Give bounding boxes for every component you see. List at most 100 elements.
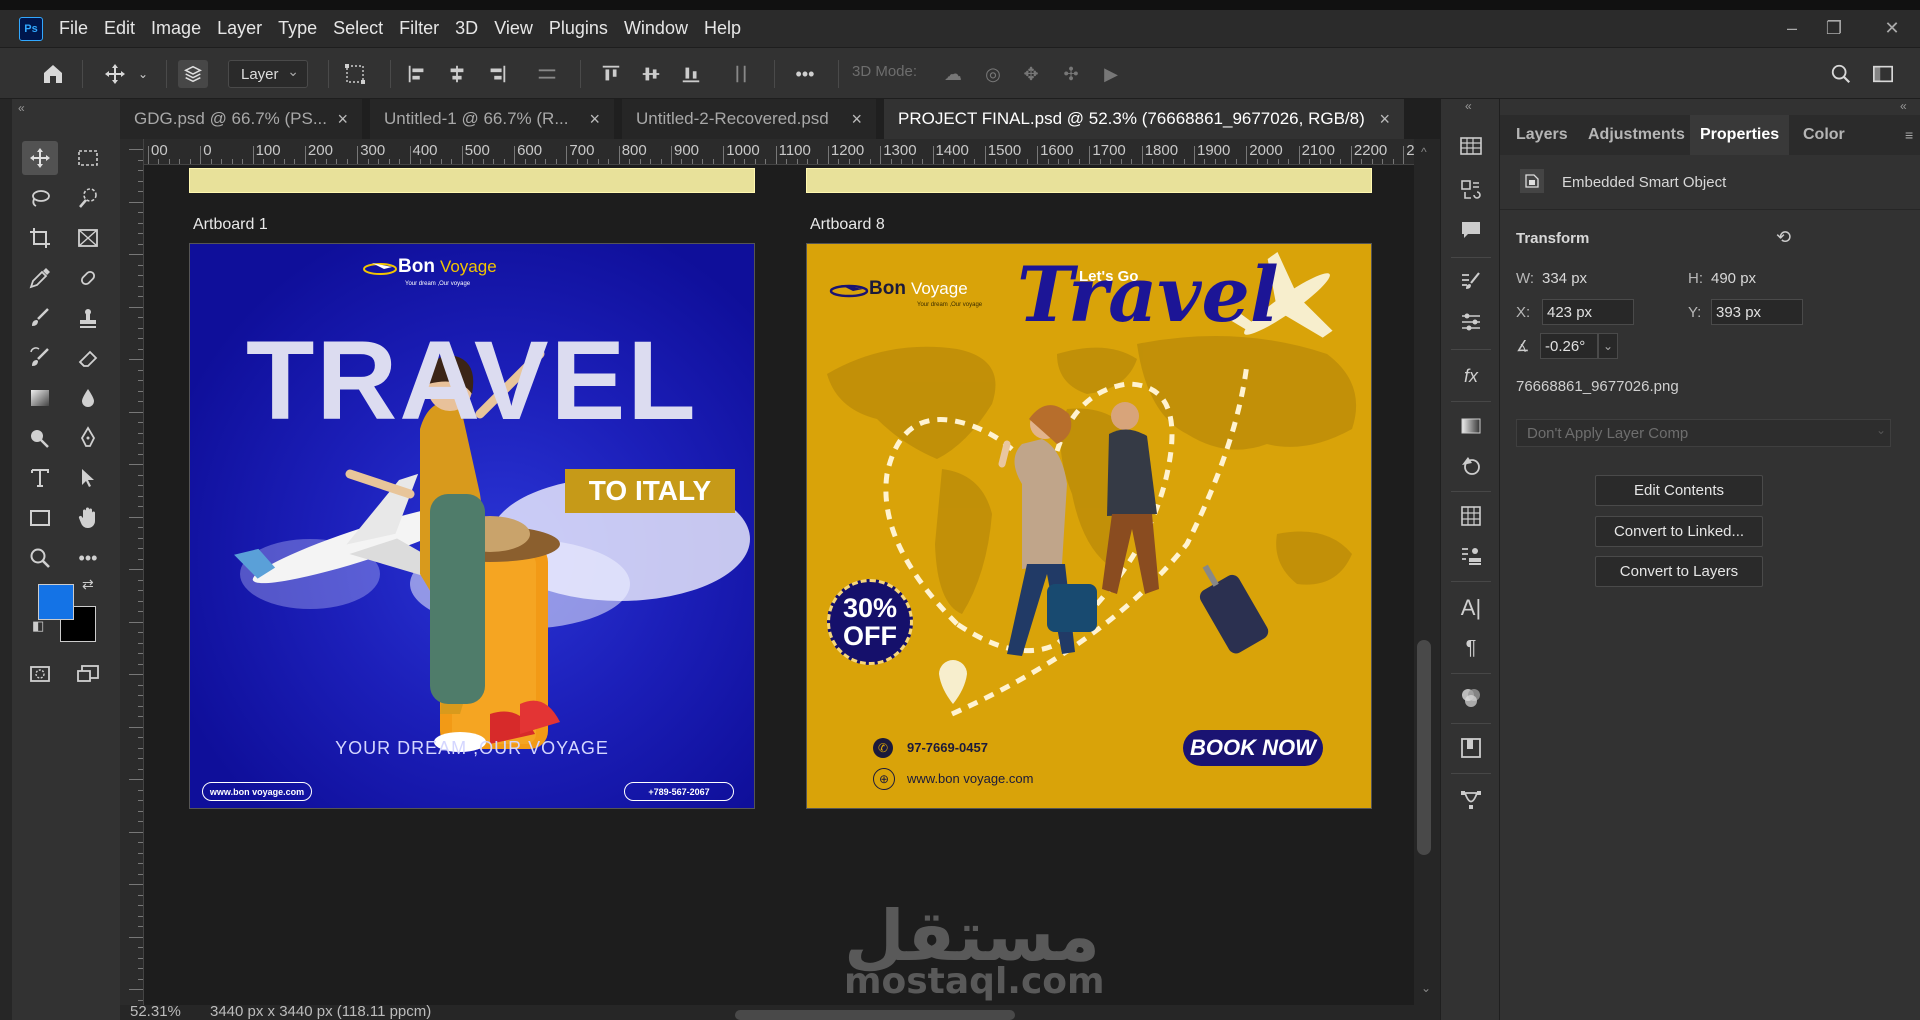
- align-top-icon[interactable]: [598, 60, 624, 88]
- menu-plugins[interactable]: Plugins: [541, 10, 616, 47]
- tool-presets-icon[interactable]: [1455, 307, 1487, 337]
- tab-gdg[interactable]: GDG.psd @ 66.7% (PS... ×: [120, 99, 362, 139]
- align-middle-icon[interactable]: [638, 60, 664, 88]
- frame-tool-icon[interactable]: [70, 221, 106, 255]
- hand-tool-icon[interactable]: [70, 501, 106, 535]
- collapse-icon[interactable]: «: [18, 101, 25, 115]
- blur-tool-icon[interactable]: [70, 381, 106, 415]
- artboard-1[interactable]: Bon Voyage Your dream ,Our voyage TRAVEL…: [189, 243, 755, 809]
- height-value[interactable]: 490 px: [1711, 270, 1756, 287]
- menu-edit[interactable]: Edit: [96, 10, 143, 47]
- menu-window[interactable]: Window: [616, 10, 696, 47]
- artboard-8[interactable]: Bon Voyage Your dream ,Our voyage Travel…: [806, 243, 1372, 809]
- paths-icon[interactable]: [1455, 785, 1487, 815]
- character-icon[interactable]: A|: [1455, 593, 1487, 623]
- paragraph-icon[interactable]: ¶: [1455, 633, 1487, 663]
- more-tools-icon[interactable]: •••: [70, 541, 106, 575]
- type-tool-icon[interactable]: [22, 461, 58, 495]
- healing-brush-tool-icon[interactable]: [70, 261, 106, 295]
- minimize-button[interactable]: –: [1772, 10, 1812, 47]
- x-position-input[interactable]: 423 px: [1542, 299, 1634, 325]
- menu-view[interactable]: View: [486, 10, 541, 47]
- angle-dropdown-chevron-icon[interactable]: ⌄: [1598, 333, 1618, 359]
- align-bottom-icon[interactable]: [678, 60, 704, 88]
- vertical-scrollbar[interactable]: ^ ⌄: [1414, 139, 1440, 1005]
- swap-colors-icon[interactable]: ⇄: [82, 576, 94, 593]
- tab-color[interactable]: Color: [1803, 115, 1845, 155]
- move-tool-icon[interactable]: [22, 141, 58, 175]
- close-icon[interactable]: ×: [841, 109, 862, 130]
- menu-help[interactable]: Help: [696, 10, 749, 47]
- eraser-tool-icon[interactable]: [70, 341, 106, 375]
- comments-icon[interactable]: [1455, 215, 1487, 245]
- move-tool-icon[interactable]: [100, 60, 130, 88]
- artboard-label-1[interactable]: Artboard 1: [193, 216, 268, 234]
- auto-select-icon[interactable]: [178, 60, 208, 88]
- reset-transform-icon[interactable]: ⟲: [1776, 227, 1791, 248]
- tab-properties[interactable]: Properties: [1690, 115, 1790, 155]
- convert-to-linked-button[interactable]: Convert to Linked...: [1595, 516, 1763, 547]
- horizontal-scroll-thumb[interactable]: [735, 1010, 1015, 1020]
- brush-tool-icon[interactable]: [22, 301, 58, 335]
- tab-untitled-2-recovered[interactable]: Untitled-2-Recovered.psd ×: [622, 99, 876, 139]
- default-colors-icon[interactable]: ◧: [32, 618, 44, 634]
- menu-filter[interactable]: Filter: [391, 10, 447, 47]
- eyedropper-tool-icon[interactable]: [22, 261, 58, 295]
- scroll-up-icon[interactable]: ^: [1421, 145, 1427, 159]
- swatches-icon[interactable]: [1455, 131, 1487, 161]
- align-right-icon[interactable]: [484, 60, 510, 88]
- rectangle-tool-icon[interactable]: [22, 501, 58, 535]
- close-window-button[interactable]: ✕: [1872, 10, 1912, 47]
- close-icon[interactable]: ×: [327, 109, 348, 130]
- artboard-label-8[interactable]: Artboard 8: [810, 216, 885, 234]
- tab-project-final[interactable]: PROJECT FINAL.psd @ 52.3% (76668861_9677…: [884, 99, 1404, 139]
- styles-fx-icon[interactable]: fx: [1455, 361, 1487, 391]
- clone-stamp-tool-icon[interactable]: [70, 301, 106, 335]
- history-icon[interactable]: [1455, 175, 1487, 205]
- menu-layer[interactable]: Layer: [209, 10, 270, 47]
- vertical-scroll-thumb[interactable]: [1417, 640, 1431, 855]
- foreground-color-swatch[interactable]: [38, 584, 74, 620]
- distribute-vertical-icon[interactable]: [728, 60, 754, 88]
- screen-mode-icon[interactable]: [70, 657, 106, 691]
- expand-icon[interactable]: «: [1465, 99, 1472, 113]
- align-left-icon[interactable]: [404, 60, 430, 88]
- width-value[interactable]: 334 px: [1542, 270, 1587, 287]
- chevron-down-icon[interactable]: ⌄: [136, 60, 150, 88]
- angle-input[interactable]: -0.26°: [1540, 333, 1598, 359]
- quick-mask-icon[interactable]: [22, 657, 58, 691]
- brush-settings-icon[interactable]: [1455, 267, 1487, 297]
- canvas-area[interactable]: Artboard 1 Artboard 8 Bon Voyage Your dr…: [144, 165, 1414, 1005]
- path-selection-tool-icon[interactable]: [70, 461, 106, 495]
- zoom-tool-icon[interactable]: [22, 541, 58, 575]
- libraries-icon[interactable]: [1455, 733, 1487, 763]
- search-icon[interactable]: [1826, 60, 1856, 88]
- convert-to-layers-button[interactable]: Convert to Layers: [1595, 556, 1763, 587]
- layer-comp-dropdown[interactable]: Don't Apply Layer Comp: [1516, 419, 1891, 447]
- edit-contents-button[interactable]: Edit Contents: [1595, 475, 1763, 506]
- scroll-down-icon[interactable]: ⌄: [1421, 981, 1431, 995]
- close-icon[interactable]: ×: [1369, 109, 1390, 130]
- align-center-icon[interactable]: [444, 60, 470, 88]
- dodge-tool-icon[interactable]: [22, 421, 58, 455]
- menu-3d[interactable]: 3D: [447, 10, 486, 47]
- distribute-horizontal-icon[interactable]: [534, 60, 560, 88]
- history-brush-tool-icon[interactable]: [22, 341, 58, 375]
- marquee-tool-icon[interactable]: [70, 141, 106, 175]
- adjustments-color-icon[interactable]: [1455, 683, 1487, 713]
- gradient-tool-icon[interactable]: [22, 381, 58, 415]
- gradients-icon[interactable]: [1455, 411, 1487, 441]
- workspace-icon[interactable]: [1868, 60, 1898, 88]
- y-position-input[interactable]: 393 px: [1711, 299, 1803, 325]
- clone-source-icon[interactable]: [1455, 541, 1487, 571]
- menu-select[interactable]: Select: [325, 10, 391, 47]
- restore-button[interactable]: ❐: [1814, 10, 1854, 47]
- tab-adjustments[interactable]: Adjustments: [1588, 115, 1685, 155]
- menu-type[interactable]: Type: [270, 10, 325, 47]
- close-icon[interactable]: ×: [579, 109, 600, 130]
- menu-image[interactable]: Image: [143, 10, 209, 47]
- transform-controls-icon[interactable]: [340, 60, 370, 88]
- lasso-tool-icon[interactable]: [22, 181, 58, 215]
- panel-menu-icon[interactable]: ≡: [1905, 127, 1913, 143]
- tab-untitled-1[interactable]: Untitled-1 @ 66.7% (R... ×: [370, 99, 614, 139]
